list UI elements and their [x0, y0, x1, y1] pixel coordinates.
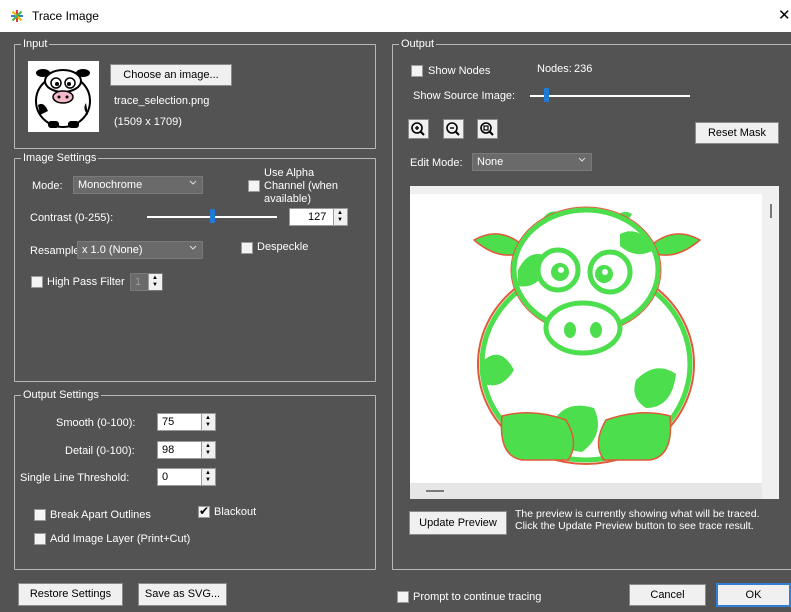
zoom-in-icon [411, 122, 425, 136]
preview-vertical-scrollbar[interactable] [763, 186, 779, 477]
despeckle-checkbox[interactable] [241, 242, 253, 254]
trace-preview-canvas[interactable] [410, 194, 762, 487]
high-pass-filter-checkbox[interactable] [31, 276, 43, 288]
traced-cow-preview [473, 206, 701, 465]
window-title: Trace Image [32, 9, 99, 23]
prompt-continue-checkbox[interactable] [397, 591, 409, 603]
break-apart-label: Break Apart Outlines [50, 509, 151, 521]
detail-value: 98 [162, 444, 175, 456]
show-nodes-label: Show Nodes [428, 65, 491, 77]
contrast-spin-arrows[interactable]: ▲ ▼ [333, 209, 347, 225]
horizontal-scroll-thumb[interactable] [426, 490, 444, 492]
title-bar: Trace Image ✕ [0, 0, 791, 32]
despeckle-label: Despeckle [257, 241, 309, 253]
choose-image-button[interactable]: Choose an image... [110, 64, 232, 86]
cow-thumbnail-image [35, 69, 91, 128]
trace-preview-area[interactable] [410, 186, 779, 499]
resample-select[interactable]: x 1.0 (None) [77, 241, 203, 259]
output-settings-legend: Output Settings [21, 388, 101, 402]
save-as-svg-button[interactable]: Save as SVG... [138, 583, 227, 606]
contrast-label: Contrast (0-255): [30, 212, 114, 224]
edit-mode-select-value: None [477, 156, 504, 168]
restore-settings-button[interactable]: Restore Settings [18, 583, 123, 606]
contrast-value: 127 [308, 211, 327, 223]
resample-label: Resample: [30, 245, 83, 257]
zoom-in-button[interactable] [408, 119, 429, 139]
resample-select-value: x 1.0 (None) [82, 244, 143, 256]
vertical-scroll-thumb[interactable] [770, 204, 772, 218]
edit-mode-label: Edit Mode: [410, 157, 463, 169]
update-preview-button[interactable]: Update Preview [409, 511, 507, 535]
single-line-threshold-value: 0 [162, 471, 169, 483]
mode-label: Mode: [32, 180, 63, 192]
chevron-down-icon [189, 245, 197, 250]
high-pass-value: 1 [135, 276, 142, 288]
filename-text: trace_selection.png [114, 95, 210, 107]
nodes-count: 236 [574, 63, 593, 75]
break-apart-checkbox[interactable] [34, 509, 46, 521]
smooth-spinner[interactable]: 75 ▲ ▼ [157, 413, 216, 431]
edit-mode-select[interactable]: None [472, 153, 592, 171]
blackout-label: Blackout [214, 506, 257, 518]
chevron-down-icon [189, 180, 197, 185]
smooth-label: Smooth (0-100): [56, 417, 136, 429]
mode-select[interactable]: Monochrome [73, 176, 203, 194]
preview-horizontal-scrollbar[interactable] [410, 483, 762, 499]
show-source-slider-thumb[interactable] [544, 88, 549, 102]
contrast-spinner[interactable]: 127 ▲ ▼ [289, 208, 348, 226]
preview-note-text: The preview is currently showing what wi… [515, 508, 760, 532]
detail-spinner[interactable]: 98 ▲ ▼ [157, 441, 216, 459]
show-source-slider-track[interactable] [530, 95, 690, 97]
high-pass-spinner[interactable]: 1 ▲ ▼ [130, 273, 163, 291]
high-pass-filter-label: High Pass Filter [47, 276, 125, 288]
zoom-out-button[interactable] [443, 119, 464, 139]
contrast-slider-thumb[interactable] [209, 209, 215, 223]
add-image-layer-label: Add Image Layer (Print+Cut) [50, 533, 191, 545]
use-alpha-checkbox[interactable] [248, 180, 260, 192]
image-dimensions-text: (1509 x 1709) [114, 116, 182, 128]
high-pass-spin-arrows[interactable]: ▲ ▼ [148, 274, 162, 290]
smooth-spin-arrows[interactable]: ▲ ▼ [201, 414, 215, 430]
zoom-out-icon [446, 122, 460, 136]
colorful-star-icon [11, 10, 23, 22]
input-thumbnail [28, 61, 99, 132]
detail-spin-arrows[interactable]: ▲ ▼ [201, 442, 215, 458]
input-legend: Input [21, 37, 50, 51]
use-alpha-label-3: available) [264, 193, 312, 205]
ok-button[interactable]: OK [716, 583, 791, 607]
add-image-layer-checkbox[interactable] [34, 533, 46, 545]
prompt-continue-label: Prompt to continue tracing [413, 591, 542, 603]
zoom-fit-button[interactable] [477, 119, 498, 139]
smooth-value: 75 [162, 416, 175, 428]
chevron-down-icon [578, 157, 586, 162]
use-alpha-label-2: Channel (when [264, 180, 338, 192]
zoom-fit-icon [480, 122, 494, 136]
output-legend: Output [399, 37, 437, 51]
use-alpha-label-1: Use Alpha [264, 167, 315, 179]
single-line-threshold-spinner[interactable]: 0 ▲ ▼ [157, 468, 216, 486]
cancel-button[interactable]: Cancel [629, 584, 706, 606]
reset-mask-button[interactable]: Reset Mask [695, 122, 779, 144]
nodes-label: Nodes: [537, 63, 572, 75]
image-settings-legend: Image Settings [21, 151, 99, 165]
blackout-checkbox[interactable] [198, 504, 210, 518]
single-line-spin-arrows[interactable]: ▲ ▼ [201, 469, 215, 485]
mode-select-value: Monochrome [78, 179, 143, 191]
detail-label: Detail (0-100): [65, 445, 135, 457]
close-icon[interactable]: ✕ [778, 6, 791, 24]
single-line-threshold-label: Single Line Threshold: [20, 472, 130, 484]
show-source-label: Show Source Image: [413, 90, 516, 102]
show-nodes-checkbox[interactable] [411, 65, 423, 77]
